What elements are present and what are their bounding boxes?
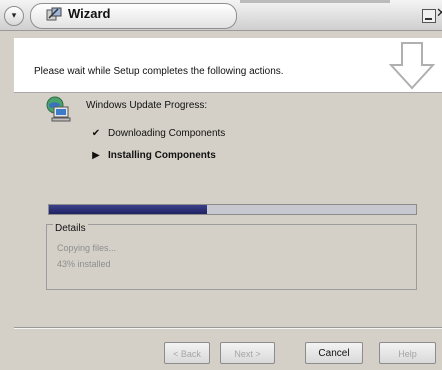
header-instruction: Please wait while Setup completes the fo… <box>34 66 284 77</box>
step-label: Downloading Components <box>108 128 226 139</box>
back-button[interactable]: < Back <box>164 342 210 364</box>
wizard-icon <box>46 7 62 21</box>
button-separator <box>14 327 442 329</box>
progress-bar <box>48 204 417 215</box>
progress-heading: Windows Update Progress: <box>86 100 208 111</box>
details-legend: Details <box>53 223 88 234</box>
checkmark-icon: ✔ <box>91 128 101 139</box>
step-label: Installing Components <box>108 150 216 161</box>
title-bar-divider <box>240 0 390 3</box>
header-panel: Please wait while Setup completes the fo… <box>14 38 442 93</box>
details-group: Details Copying files... 43% installed <box>46 223 417 290</box>
help-button[interactable]: Help <box>379 342 436 364</box>
down-arrow-icon <box>388 42 436 90</box>
wizard-window: ▾ Wizard ✕ Please wait while Setup compl… <box>0 0 442 370</box>
globe-computer-icon <box>46 96 71 122</box>
window-title: Wizard <box>68 6 111 21</box>
details-status-text: Copying files... <box>57 243 117 253</box>
progress-bar-fill <box>49 205 207 214</box>
current-step-arrow-icon: ▶ <box>92 150 100 161</box>
close-button[interactable]: ✕ <box>436 6 442 21</box>
details-percent-text: 43% installed <box>57 259 111 269</box>
window-menu-button[interactable]: ▾ <box>4 6 24 26</box>
next-button[interactable]: Next > <box>220 342 275 364</box>
minimize-button[interactable] <box>422 9 436 23</box>
cancel-button[interactable]: Cancel <box>305 342 363 364</box>
title-bar[interactable]: ▾ Wizard ✕ <box>0 0 442 31</box>
